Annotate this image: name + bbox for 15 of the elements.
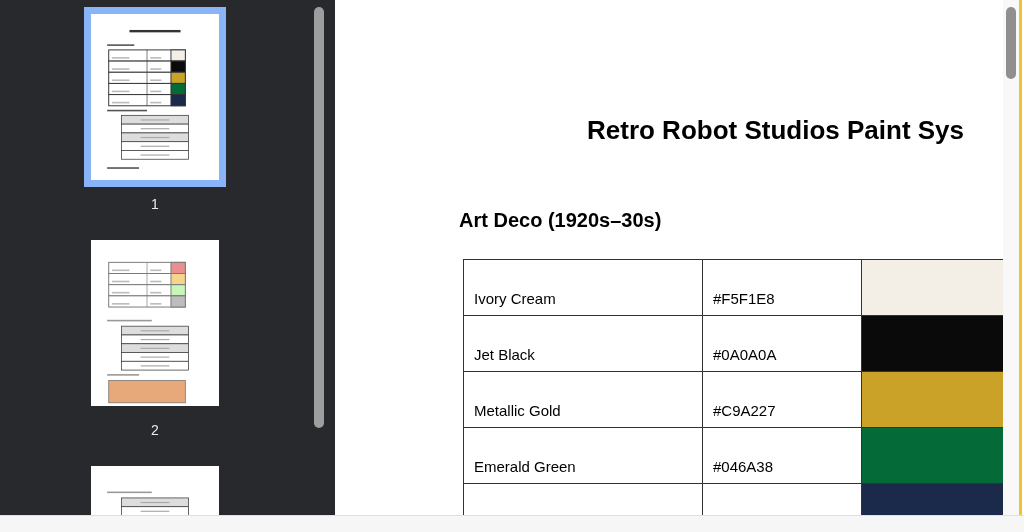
section-heading: Art Deco (1920s–30s)	[459, 208, 662, 233]
scrollbar-thumb[interactable]	[1006, 7, 1016, 79]
table-cell: Jet Black	[463, 315, 703, 372]
page-number: 1	[151, 195, 159, 213]
page-number: 2	[151, 421, 159, 439]
table-cell: #F5F1E8	[702, 259, 862, 316]
page-thumbnail[interactable]	[84, 7, 226, 187]
scrollbar-thumb[interactable]	[314, 7, 324, 428]
table-cell: #C9A227	[702, 371, 862, 428]
table-cell: Ivory Cream	[463, 259, 703, 316]
table-cell: #0A0A0A	[702, 315, 862, 372]
table-cell: #046A38	[702, 427, 862, 484]
document-title: Retro Robot Studios Paint Sys	[587, 114, 965, 146]
table-cell: Metallic Gold	[463, 371, 703, 428]
table-cell: Emerald Green	[463, 427, 703, 484]
